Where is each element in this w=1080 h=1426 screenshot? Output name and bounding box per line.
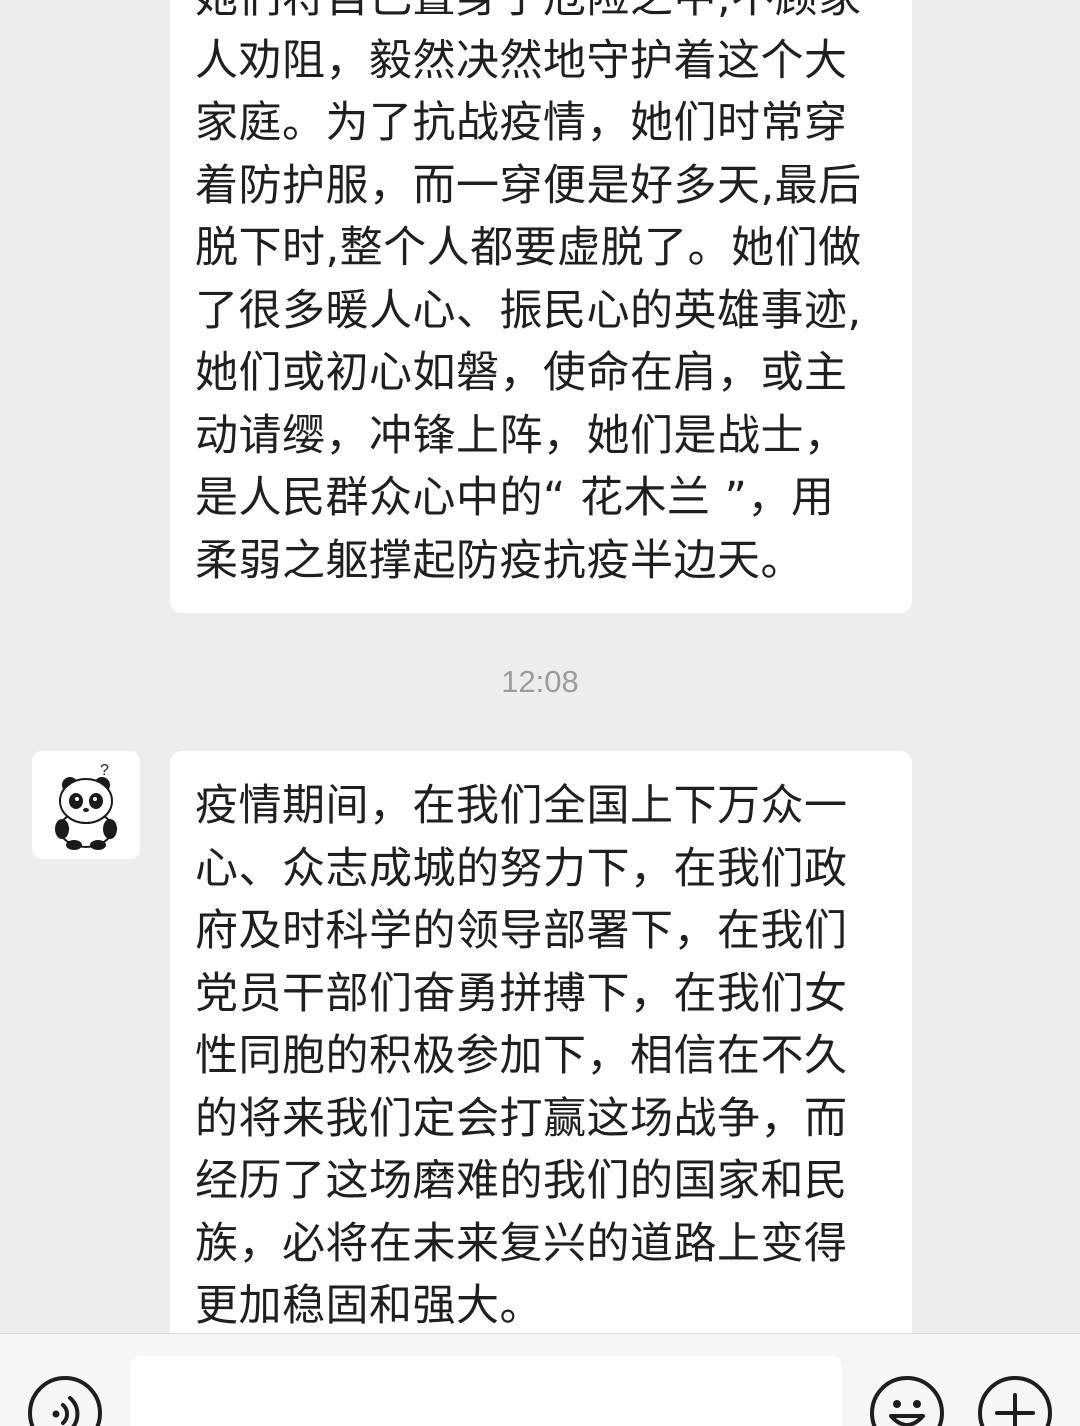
message-line: 了很多暖人心、振民心的英雄事迹,	[195, 285, 862, 336]
message-line: 的将来我们定会打赢这场战争，而	[195, 1093, 848, 1144]
message-line: 府及时科学的领导部署下，在我们	[195, 906, 848, 956]
panda-avatar-icon: ?	[55, 762, 117, 850]
message-line: 她们或初心如磐，使命在肩，或主	[195, 348, 848, 398]
message-bubble[interactable]: 疫情期间，在我们全国上下万众一 心、众志成城的努力下，在我们政 府及时科学的领导…	[170, 751, 912, 1391]
smiley-face-icon	[889, 1400, 925, 1426]
message-line: 性同胞的积极参加下，相信在不久	[195, 1031, 848, 1081]
message-line: 心、众志成城的努力下，在我们政	[195, 843, 848, 894]
message-line: 更加稳固和强大。	[195, 1281, 543, 1331]
emoji-icon[interactable]	[870, 1376, 944, 1426]
message-line: 脱下时,整个人都要虚脱了。她们做	[195, 223, 862, 273]
chat-screen: 她们将自己置身于危险之中,不顾家 人劝阻，毅然决然地守护着这个大 家庭。为了抗战…	[0, 0, 1080, 1426]
message-line: 族，必将在未来复兴的道路上变得	[195, 1218, 848, 1269]
message-line: 她们将自己置身于危险之中,不顾家	[195, 0, 895, 30]
plus-icon[interactable]	[978, 1376, 1052, 1426]
message-line: 疫情期间，在我们全国上下万众一	[195, 781, 848, 831]
message-line: 家庭。为了抗战疫情，她们时常穿	[195, 98, 848, 148]
chat-input-bar	[0, 1333, 1080, 1426]
message-line: 人劝阻，毅然决然地守护着这个大	[195, 35, 848, 86]
message-input[interactable]	[130, 1356, 842, 1426]
message-line: 党员干部们奋勇拼搏下，在我们女	[195, 968, 848, 1019]
message-bubble[interactable]: 她们将自己置身于危险之中,不顾家 人劝阻，毅然决然地守护着这个大 家庭。为了抗战…	[170, 0, 912, 613]
voice-icon[interactable]	[28, 1376, 102, 1426]
message-line: 着防护服，而一穿便是好多天,最后	[195, 160, 862, 211]
add-cross-icon	[995, 1393, 1035, 1426]
message-text: 她们将自己置身于危险之中,不顾家 人劝阻，毅然决然地守护着这个大 家庭。为了抗战…	[195, 0, 895, 592]
sender-avatar[interactable]: ?	[32, 751, 140, 859]
message-line: 柔弱之躯撑起防疫抗疫半边天。	[195, 535, 804, 586]
message-text: 疫情期间，在我们全国上下万众一 心、众志成城的努力下，在我们政 府及时科学的领导…	[195, 775, 895, 1338]
avatar-badge: ?	[100, 762, 109, 779]
message-timestamp: 12:08	[501, 664, 579, 699]
voice-wave-icon	[52, 1396, 80, 1426]
message-line: 是人民群众心中的“ 花木兰 ”，用	[195, 473, 835, 523]
message-line: 动请缨，冲锋上阵，她们是战士，	[195, 410, 848, 461]
message-line: 经历了这场磨难的我们的国家和民	[195, 1156, 848, 1206]
